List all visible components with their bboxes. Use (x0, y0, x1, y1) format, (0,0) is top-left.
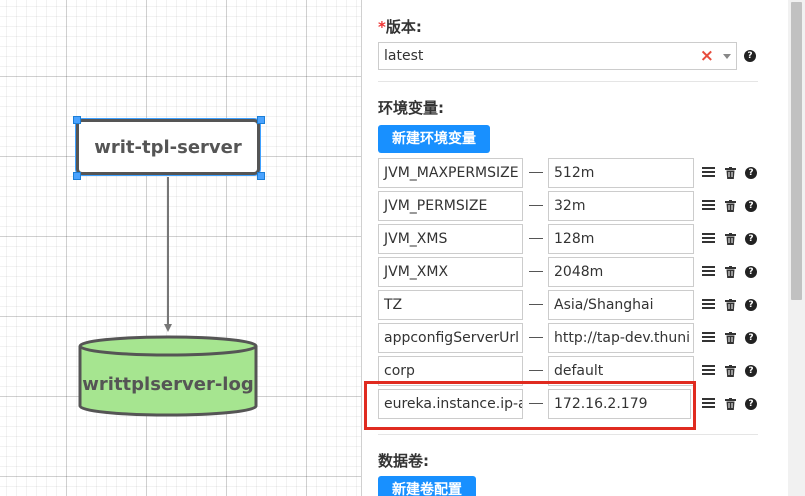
service-node[interactable]: writ-tpl-server (76, 119, 260, 175)
help-icon[interactable]: ? (745, 167, 757, 179)
trash-icon[interactable] (725, 200, 736, 212)
highlight-box (364, 381, 696, 430)
trash-icon[interactable] (725, 299, 736, 311)
env-value-input[interactable]: Asia/Shanghai (548, 290, 694, 320)
service-node-label: writ-tpl-server (94, 136, 242, 158)
version-select[interactable]: latest × (378, 42, 737, 70)
chevron-down-icon[interactable] (723, 54, 731, 59)
env-key-input[interactable]: appconfigServerUrl (378, 323, 523, 353)
list-icon[interactable] (702, 200, 715, 211)
env-value-input[interactable]: 32m (548, 191, 694, 221)
new-volume-button[interactable]: 新建卷配置 (378, 476, 476, 496)
help-icon[interactable]: ? (745, 398, 757, 410)
env-vars-label: 环境变量: (378, 99, 444, 117)
divider (378, 434, 758, 435)
edge-arrowhead (164, 324, 172, 332)
env-key-input[interactable]: TZ (378, 290, 523, 320)
list-icon[interactable] (702, 167, 715, 178)
env-value-input[interactable]: 128m (548, 224, 694, 254)
env-key-input[interactable]: JVM_PERMSIZE (378, 191, 523, 221)
trash-icon[interactable] (725, 398, 736, 410)
list-icon[interactable] (702, 299, 715, 310)
db-node-label: writtplserver-log (82, 373, 254, 395)
scrollbar-thumb[interactable] (791, 2, 802, 300)
list-icon[interactable] (702, 266, 715, 277)
list-icon[interactable] (702, 233, 715, 244)
trash-icon[interactable] (725, 167, 736, 179)
scrollbar[interactable] (788, 0, 805, 496)
separator-dash (529, 271, 543, 272)
resize-handle-top-left[interactable] (73, 116, 81, 124)
help-icon[interactable]: ? (745, 365, 757, 377)
volumes-label: 数据卷: (378, 452, 429, 470)
separator-dash (529, 304, 543, 305)
trash-icon[interactable] (725, 233, 736, 245)
env-value-input[interactable]: 512m (548, 158, 694, 188)
list-icon[interactable] (702, 365, 715, 376)
resize-handle-bottom-right[interactable] (257, 172, 265, 180)
list-icon[interactable] (702, 398, 715, 409)
properties-panel: *版本: latest × ? 环境变量: 新建环境变量 JVM_MAXPERM… (361, 0, 805, 496)
help-icon[interactable]: ? (744, 50, 756, 62)
diagram-connections (78, 177, 258, 417)
resize-handle-top-right[interactable] (257, 116, 265, 124)
version-label: *版本: (378, 16, 422, 37)
help-icon[interactable]: ? (745, 200, 757, 212)
help-icon[interactable]: ? (745, 299, 757, 311)
version-select-value: latest (384, 48, 424, 64)
new-env-var-button[interactable]: 新建环境变量 (378, 125, 490, 153)
env-key-input[interactable]: JVM_XMX (378, 257, 523, 287)
clear-icon[interactable]: × (700, 46, 714, 66)
separator-dash (529, 172, 543, 173)
divider (378, 81, 758, 82)
version-label-text: 版本: (385, 18, 422, 36)
help-icon[interactable]: ? (745, 332, 757, 344)
trash-icon[interactable] (725, 266, 736, 278)
separator-dash (529, 370, 543, 371)
diagram-canvas[interactable]: writ-tpl-server writtplserver-log (0, 0, 361, 496)
help-icon[interactable]: ? (745, 266, 757, 278)
env-key-input[interactable]: JVM_XMS (378, 224, 523, 254)
separator-dash (529, 238, 543, 239)
resize-handle-bottom-left[interactable] (73, 172, 81, 180)
trash-icon[interactable] (725, 365, 736, 377)
separator-dash (529, 205, 543, 206)
env-key-input[interactable]: JVM_MAXPERMSIZE (378, 158, 523, 188)
required-mark: * (378, 18, 386, 36)
help-icon[interactable]: ? (745, 233, 757, 245)
env-value-input[interactable]: 2048m (548, 257, 694, 287)
env-value-input[interactable]: http://tap-dev.thuni (548, 323, 694, 353)
trash-icon[interactable] (725, 332, 736, 344)
list-icon[interactable] (702, 332, 715, 343)
separator-dash (529, 337, 543, 338)
